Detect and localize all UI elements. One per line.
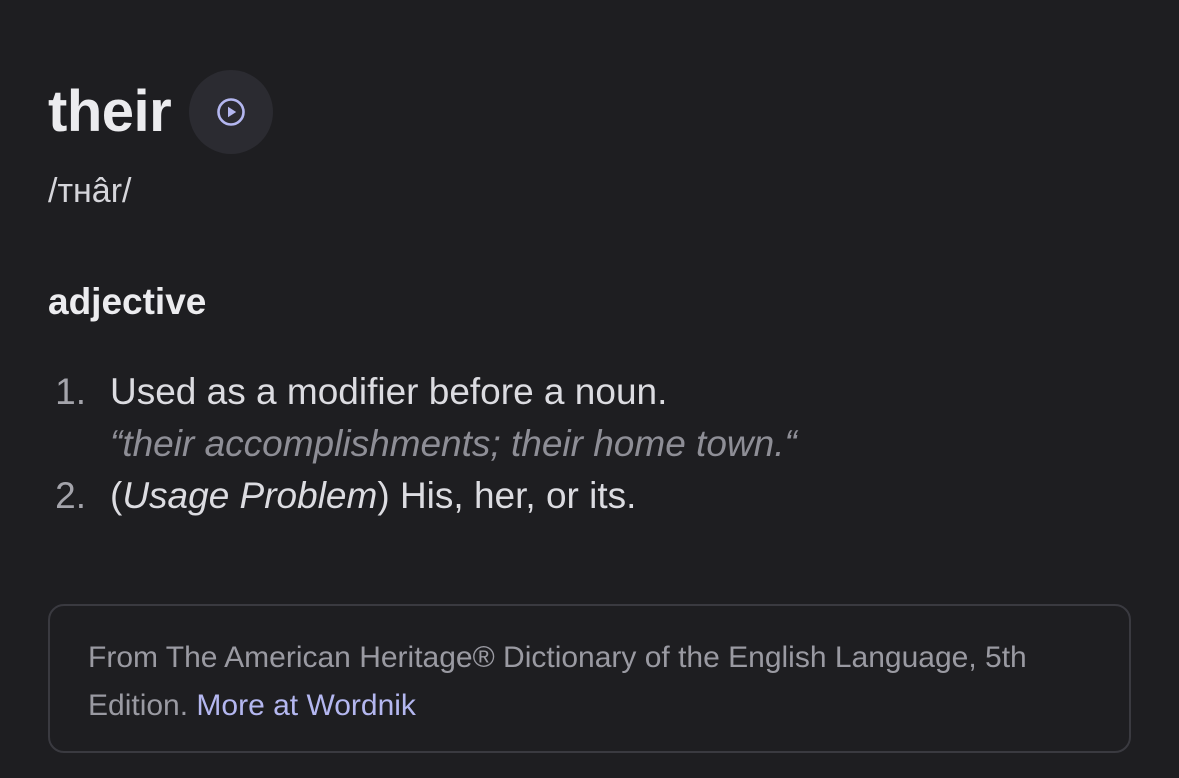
definition-item: 2. (Usage Problem) His, her, or its.: [48, 470, 1131, 522]
definition-text: (Usage Problem) His, her, or its.: [110, 475, 637, 516]
definition-number: 1.: [55, 371, 86, 412]
definition-number: 2.: [55, 475, 86, 516]
pronunciation-play-button[interactable]: [189, 70, 274, 154]
source-attribution: From The American Heritage® Dictionary o…: [48, 604, 1131, 753]
part-of-speech: adjective: [48, 281, 207, 322]
phonetic-spelling: /тнâr/: [48, 172, 132, 210]
dictionary-card: their /тнâr/ adjective 1. Used as a modi…: [48, 0, 1131, 778]
more-at-wordnik-link[interactable]: More at Wordnik: [196, 689, 416, 722]
headword: their: [48, 79, 172, 144]
usage-label: Usage Problem: [122, 475, 378, 516]
play-circle-icon: [217, 98, 245, 126]
word-header: their: [48, 70, 274, 154]
definition-list: 1. Used as a modifier before a noun. “th…: [48, 366, 1131, 522]
